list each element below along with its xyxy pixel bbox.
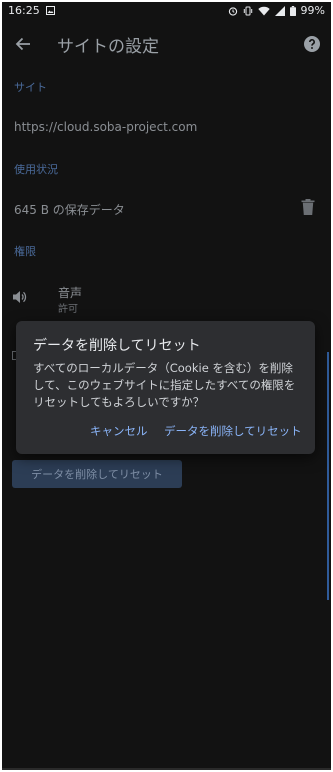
reset-dialog: データを削除してリセット すべてのローカルデータ（Cookie を含む）を削除し…	[16, 321, 315, 454]
storage-usage: 645 B の保存データ	[14, 203, 125, 217]
bottom-divider	[2, 768, 331, 770]
signal-icon	[274, 5, 285, 16]
battery-icon	[289, 5, 296, 16]
reset-button[interactable]: データを削除してリセット	[12, 460, 182, 488]
permissions-section-label: 権限	[14, 245, 36, 258]
site-url: https://cloud.soba-project.com	[14, 120, 198, 134]
alarm-icon	[228, 6, 237, 16]
page-title: サイトの設定	[57, 37, 159, 57]
app-bar: サイトの設定	[2, 22, 331, 66]
sound-permission-title: 音声	[58, 286, 83, 300]
arrow-left-icon[interactable]	[12, 33, 34, 55]
speaker-icon	[13, 291, 27, 303]
help-circle-icon[interactable]	[303, 35, 321, 53]
site-section-label: サイト	[14, 81, 47, 94]
dialog-title: データを削除してリセット	[33, 338, 201, 354]
wifi-icon	[257, 6, 270, 15]
scrollbar-thumb	[327, 352, 329, 600]
trash-icon[interactable]	[301, 199, 315, 215]
device-frame: 16:25 99% サイトの設定 サイト https://cloud.soba-…	[0, 0, 333, 772]
battery-percent: 99%	[300, 4, 325, 17]
dialog-cancel-button[interactable]: キャンセル	[90, 423, 148, 439]
status-time: 16:25	[8, 4, 40, 17]
sound-permission-value: 許可	[58, 304, 78, 315]
vibrate-icon	[243, 6, 252, 15]
status-icons: 99%	[228, 4, 325, 17]
status-bar: 16:25 99%	[2, 2, 331, 20]
dialog-confirm-button[interactable]: データを削除してリセット	[164, 423, 302, 439]
image-icon	[46, 6, 55, 15]
dialog-message: すべてのローカルデータ（Cookie を含む）を削除して、このウェブサイトに指定…	[33, 361, 296, 409]
screen: 16:25 99% サイトの設定 サイト https://cloud.soba-…	[2, 2, 331, 770]
usage-section-label: 使用状況	[14, 163, 58, 176]
